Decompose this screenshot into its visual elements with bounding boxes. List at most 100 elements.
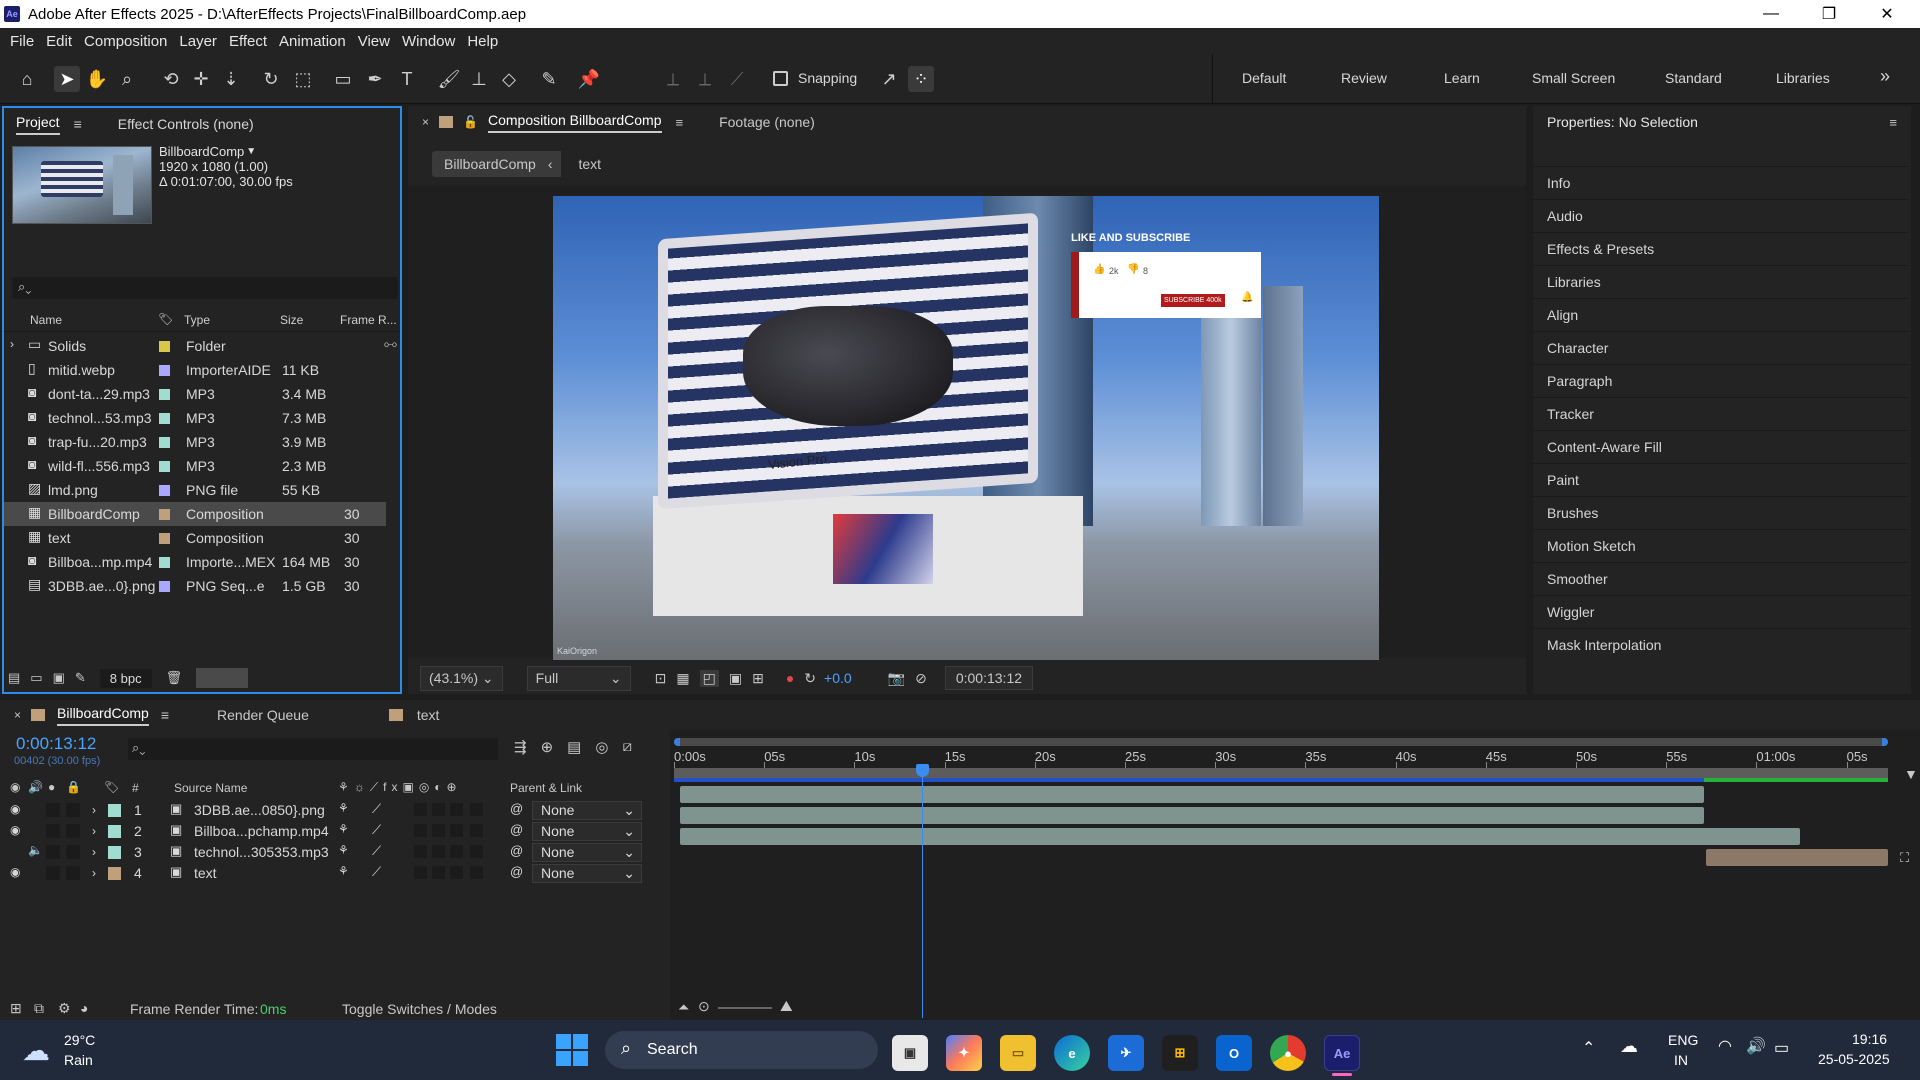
chevron-down-icon[interactable]: ▼ (246, 146, 256, 157)
quality-switch-icon[interactable]: ⟋ (372, 843, 381, 859)
clock-time[interactable]: 19:16 (1852, 1031, 1887, 1047)
parent-dropdown[interactable]: None ⌄ (532, 801, 642, 820)
menu-animation[interactable]: Animation (279, 33, 346, 50)
microsoft-store-icon[interactable]: ⊞ (1162, 1035, 1198, 1071)
label-color-swatch[interactable] (159, 341, 170, 352)
exposure-value[interactable]: +0.0 (824, 670, 852, 686)
properties-item-paint[interactable]: Paint (1533, 463, 1908, 496)
column-source-name[interactable]: Source Name (174, 781, 247, 795)
maximize-button[interactable]: ❐ (1800, 0, 1858, 28)
shy-switch-icon[interactable]: ⚘ (338, 822, 349, 836)
project-item-row[interactable]: ▦ text Composition 30 (4, 526, 386, 550)
weather-icon[interactable]: ☁ (22, 1034, 50, 1067)
menu-window[interactable]: Window (402, 33, 455, 50)
time-graph[interactable]: 0:00s 05s 10s 15s 20s 25s 30s 35s 40s 45s 50s 55s 01… (670, 730, 1920, 1020)
layer-source-name[interactable]: text (194, 865, 217, 881)
layer-switches-icon[interactable]: ⊞ (10, 1000, 22, 1017)
taskbar-search[interactable]: ⌕ Search (605, 1031, 878, 1069)
eye-icon[interactable]: ◉ (10, 802, 20, 816)
axis-world-icon[interactable]: ⟂ (692, 66, 718, 92)
properties-menu-icon[interactable]: ≡ (1889, 115, 1897, 130)
close-button[interactable]: ✕ (1858, 0, 1916, 28)
zoom-in-icon[interactable]: ⛰ (780, 998, 793, 1015)
menu-layer[interactable]: Layer (179, 33, 217, 50)
eraser-tool-icon[interactable]: ◇ (496, 66, 522, 92)
quality-switch-icon[interactable]: ⟋ (372, 822, 381, 838)
layer-source-name[interactable]: 3DBB.ae...0850}.png (194, 802, 325, 818)
layer-source-name[interactable]: Billboa...pchamp.mp4 (194, 823, 329, 839)
workspace-small-screen[interactable]: Small Screen (1532, 70, 1615, 86)
menu-help[interactable]: Help (467, 33, 498, 50)
properties-item-content-aware-fill[interactable]: Content-Aware Fill (1533, 430, 1908, 463)
composition-viewer[interactable]: Vision Pro LIKE AND SUBSCRIBE 👍 2k 👎 8 S… (408, 186, 1526, 660)
project-item-row[interactable]: ◙ Billboa...mp.mp4 Importe...MEX 164 MB 30 (4, 550, 386, 574)
tab-footage[interactable]: Footage (none) (719, 114, 815, 130)
label-color-swatch[interactable] (159, 413, 170, 424)
lock-icon[interactable]: 🔓 (463, 115, 478, 129)
hand-tool-icon[interactable]: ✋ (84, 66, 110, 92)
time-ruler[interactable]: 0:00s 05s 10s 15s 20s 25s 30s 35s 40s 45s 50s 55s 01… (670, 746, 1910, 768)
transfer-controls-icon[interactable]: ⧉ (34, 1000, 44, 1017)
workspace-libraries[interactable]: Libraries (1776, 70, 1830, 86)
shy-switch-icon[interactable]: ⚘ (338, 843, 349, 857)
magnification-dropdown[interactable]: (43.1%) ⌄ (420, 665, 503, 691)
quality-switch-icon[interactable]: ⟋ (372, 864, 381, 880)
tab-effect-controls[interactable]: Effect Controls (none) (118, 116, 254, 132)
minimize-button[interactable]: — (1742, 0, 1800, 28)
properties-item-paragraph[interactable]: Paragraph (1533, 364, 1908, 397)
layer-label-swatch[interactable] (108, 846, 121, 859)
rectangle-tool-icon[interactable]: ▭ (330, 66, 356, 92)
label-color-swatch[interactable] (159, 365, 170, 376)
properties-item-info[interactable]: Info (1533, 166, 1908, 199)
label-column-icon[interactable]: 🏷 (104, 780, 119, 794)
tab-composition[interactable]: Composition BillboardComp (487, 112, 662, 133)
dolly-camera-icon[interactable]: ⇣ (218, 66, 244, 92)
chrome-icon[interactable]: ● (1270, 1035, 1306, 1071)
properties-item-brushes[interactable]: Brushes (1533, 496, 1908, 529)
file-explorer-icon[interactable]: ▭ (1000, 1035, 1036, 1071)
properties-item-smoother[interactable]: Smoother (1533, 562, 1908, 595)
layer-bar-4[interactable] (1706, 849, 1888, 866)
shy-switch-icon[interactable]: ⚘ (338, 864, 349, 878)
composition-menu-icon[interactable]: ≡ (676, 115, 684, 130)
trash-icon[interactable]: 🗑 (166, 670, 183, 686)
shy-layers-icon[interactable]: ▤ (567, 738, 581, 756)
label-tag-icon[interactable]: 🏷 (158, 312, 173, 326)
thumbnail-transparency-toggle[interactable] (196, 668, 249, 688)
tab-project[interactable]: Project (16, 114, 60, 135)
onedrive-icon[interactable]: ☁ (1620, 1036, 1638, 1057)
solo-box[interactable] (46, 803, 60, 817)
label-color-swatch[interactable] (159, 581, 170, 592)
expand-arrow-icon[interactable]: › (10, 337, 14, 351)
menu-edit[interactable]: Edit (46, 33, 72, 50)
eye-icon[interactable]: ◉ (10, 865, 20, 879)
expand-arrow-icon[interactable]: › (92, 866, 96, 880)
tab-render-queue[interactable]: Render Queue (217, 707, 309, 723)
edge-icon[interactable]: e (1054, 1035, 1090, 1071)
frame-blending-icon[interactable]: ◎ (595, 738, 608, 756)
wifi-icon[interactable]: ◠ (1718, 1036, 1732, 1056)
toggle-switches-modes[interactable]: Toggle Switches / Modes (342, 1001, 497, 1017)
menu-view[interactable]: View (358, 33, 390, 50)
axis-local-icon[interactable]: ⟂ (660, 66, 686, 92)
adjustment-switch-box[interactable] (450, 866, 463, 879)
motion-blur-switch-box[interactable] (432, 803, 445, 816)
properties-item-motion-sketch[interactable]: Motion Sketch (1533, 529, 1908, 562)
zoom-slider-track[interactable] (718, 1007, 772, 1009)
layer-row[interactable]: 🔈 › 3 ▣ technol...305353.mp3 ⚘ ⟋ @ None ⌄ (0, 842, 670, 863)
task-view-icon[interactable]: ▣ (892, 1035, 928, 1071)
motion-blur-switch-box[interactable] (432, 866, 445, 879)
language-top[interactable]: ENG (1668, 1032, 1698, 1048)
show-snapshot-icon[interactable]: ⊘ (915, 670, 927, 687)
adjustment-switch-box[interactable] (450, 845, 463, 858)
rotation-tool-icon[interactable]: ↻ (258, 66, 284, 92)
properties-item-character[interactable]: Character (1533, 331, 1908, 364)
project-item-row[interactable]: ▦ BillboardComp Composition 30 (4, 502, 386, 526)
pickwhip-icon[interactable]: @ (510, 864, 523, 879)
pickwhip-icon[interactable]: @ (510, 801, 523, 816)
project-item-row[interactable]: ◙ wild-fl...556.mp3 MP3 2.3 MB (4, 454, 386, 478)
layer-row[interactable]: ◉ › 1 ▣ 3DBB.ae...0850}.png ⚘ ⟋ @ None ⌄ (0, 800, 670, 821)
copilot-icon[interactable]: ✦ (946, 1035, 982, 1071)
adjustment-switch-box[interactable] (450, 803, 463, 816)
solo-box[interactable] (46, 824, 60, 838)
